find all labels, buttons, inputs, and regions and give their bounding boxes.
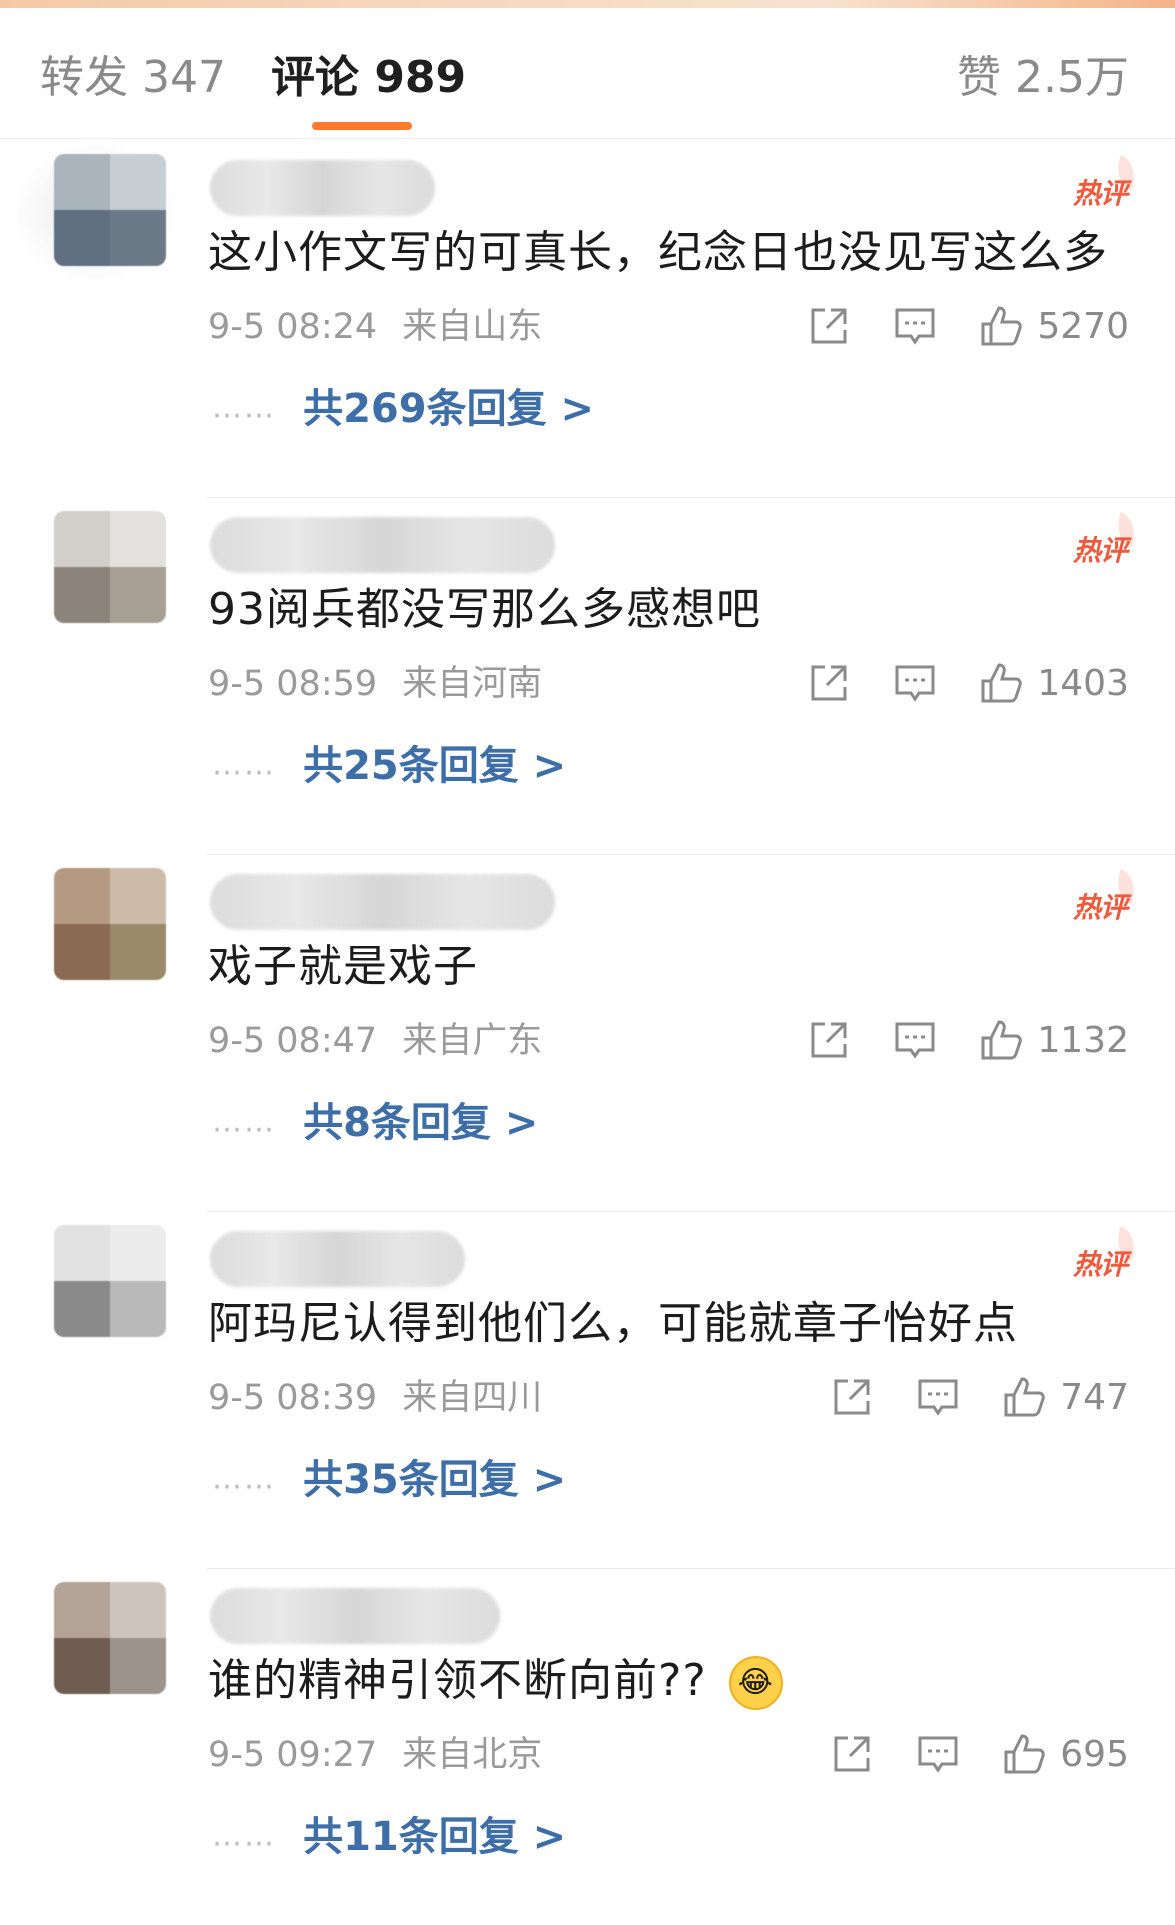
comment-time: 9-5 08:39 bbox=[208, 1378, 378, 1418]
share-icon[interactable] bbox=[830, 1375, 874, 1419]
view-replies-link[interactable]: 共269条回复 > bbox=[303, 386, 594, 432]
share-icon[interactable] bbox=[807, 1018, 851, 1062]
divider bbox=[207, 1211, 1175, 1212]
hot-comment-badge: 热评 bbox=[1073, 886, 1128, 926]
avatar[interactable] bbox=[54, 154, 166, 266]
avatar[interactable] bbox=[54, 868, 166, 980]
comment-text: 阿玛尼认得到他们么，可能就章子怡好点 bbox=[208, 1298, 1018, 1349]
comment-time: 9-5 08:24 bbox=[208, 307, 378, 347]
comment-time: 9-5 08:47 bbox=[208, 1021, 378, 1061]
tab-bar: 转发 347 评论 989 赞 2.5万 bbox=[0, 8, 1175, 139]
like-count: 5270 bbox=[1037, 305, 1129, 347]
comment-item: 热评 阿玛尼认得到他们么，可能就章子怡好点 9-5 08:39 来自四川 747… bbox=[0, 1211, 1175, 1568]
reply-dots: …… bbox=[212, 1818, 276, 1854]
comment-item: 热评 93阅兵都没写那么多感想吧 9-5 08:59 来自河南 1403 …… … bbox=[0, 497, 1175, 854]
hot-comment-badge: 热评 bbox=[1073, 172, 1128, 212]
reply-row: …… 共11条回复 > bbox=[212, 1808, 566, 1865]
tab-active-indicator bbox=[312, 122, 412, 130]
comment-location: 来自河南 bbox=[402, 664, 543, 704]
tab-likes[interactable]: 赞 2.5万 bbox=[957, 48, 1129, 108]
comment-actions: 747 bbox=[788, 1369, 1129, 1425]
like-icon[interactable] bbox=[979, 1018, 1023, 1062]
comment-text: 这小作文写的可真长，纪念日也没见写这么多 bbox=[208, 227, 1108, 278]
share-icon[interactable] bbox=[807, 661, 851, 705]
comment-time: 9-5 08:59 bbox=[208, 664, 378, 704]
username-blurred[interactable] bbox=[210, 1231, 465, 1287]
comment-actions: 1132 bbox=[765, 1012, 1129, 1068]
like-icon[interactable] bbox=[1002, 1732, 1046, 1776]
divider bbox=[207, 1568, 1175, 1569]
like-icon[interactable] bbox=[1002, 1375, 1046, 1419]
tab-repost[interactable]: 转发 347 bbox=[40, 48, 226, 108]
username-blurred[interactable] bbox=[210, 517, 555, 573]
comment-location: 来自四川 bbox=[402, 1378, 543, 1418]
share-icon[interactable] bbox=[807, 304, 851, 348]
comment-meta: 9-5 09:27 来自北京 bbox=[208, 1730, 542, 1780]
comment-actions: 5270 bbox=[765, 298, 1129, 354]
comment-text-row: 谁的精神引领不断向前?? 😂 bbox=[208, 1648, 783, 1714]
comment-item: 热评 戏子就是戏子 9-5 08:47 来自广东 1132 …… 共8条回复 > bbox=[0, 854, 1175, 1211]
reply-dots: …… bbox=[212, 390, 276, 426]
like-count: 695 bbox=[1060, 1733, 1129, 1775]
comment-meta: 9-5 08:47 来自广东 bbox=[208, 1016, 542, 1066]
comment-location: 来自广东 bbox=[402, 1021, 543, 1061]
username-blurred[interactable] bbox=[210, 160, 435, 216]
comment-item: 热评 这小作文写的可真长，纪念日也没见写这么多 9-5 08:24 来自山东 5… bbox=[0, 140, 1175, 497]
like-count: 1132 bbox=[1037, 1019, 1129, 1061]
hot-comment-badge: 热评 bbox=[1073, 529, 1128, 569]
view-replies-link[interactable]: 共11条回复 > bbox=[303, 1814, 566, 1860]
comment-icon[interactable] bbox=[916, 1375, 960, 1419]
reply-row: …… 共35条回复 > bbox=[212, 1451, 566, 1508]
like-count: 1403 bbox=[1037, 662, 1129, 704]
comment-actions: 1403 bbox=[765, 655, 1129, 711]
comment-time: 9-5 09:27 bbox=[208, 1735, 378, 1775]
comment-text: 93阅兵都没写那么多感想吧 bbox=[208, 584, 761, 635]
comment-icon[interactable] bbox=[893, 661, 937, 705]
hot-comment-badge: 热评 bbox=[1073, 1243, 1128, 1283]
like-icon[interactable] bbox=[979, 661, 1023, 705]
share-icon[interactable] bbox=[830, 1732, 874, 1776]
view-replies-link[interactable]: 共8条回复 > bbox=[303, 1100, 538, 1146]
comment-meta: 9-5 08:39 来自四川 bbox=[208, 1373, 542, 1423]
top-strip bbox=[0, 0, 1175, 8]
like-count: 747 bbox=[1060, 1376, 1129, 1418]
view-replies-link[interactable]: 共25条回复 > bbox=[303, 743, 566, 789]
like-icon[interactable] bbox=[979, 304, 1023, 348]
divider bbox=[207, 497, 1175, 498]
comment-item: 谁的精神引领不断向前?? 😂 9-5 09:27 来自北京 695 …… 共11条… bbox=[0, 1568, 1175, 1925]
reply-row: …… 共8条回复 > bbox=[212, 1094, 538, 1151]
reply-dots: …… bbox=[212, 1461, 276, 1497]
comment-text: 谁的精神引领不断向前?? bbox=[208, 1655, 707, 1706]
laughing-crying-emoji-icon: 😂 bbox=[728, 1656, 783, 1710]
reply-row: …… 共269条回复 > bbox=[212, 380, 594, 437]
view-replies-link[interactable]: 共35条回复 > bbox=[303, 1457, 566, 1503]
avatar[interactable] bbox=[54, 1582, 166, 1694]
comment-icon[interactable] bbox=[893, 304, 937, 348]
username-blurred[interactable] bbox=[210, 874, 555, 930]
comment-location: 来自山东 bbox=[402, 307, 543, 347]
reply-row: …… 共25条回复 > bbox=[212, 737, 566, 794]
comment-meta: 9-5 08:59 来自河南 bbox=[208, 659, 542, 709]
comment-actions: 695 bbox=[788, 1726, 1129, 1782]
comment-icon[interactable] bbox=[893, 1018, 937, 1062]
reply-dots: …… bbox=[212, 1104, 276, 1140]
comment-text: 戏子就是戏子 bbox=[208, 941, 478, 992]
comment-icon[interactable] bbox=[916, 1732, 960, 1776]
tab-comments[interactable]: 评论 989 bbox=[271, 48, 466, 108]
comment-meta: 9-5 08:24 来自山东 bbox=[208, 302, 542, 352]
divider bbox=[207, 854, 1175, 855]
avatar[interactable] bbox=[54, 1225, 166, 1337]
reply-dots: …… bbox=[212, 747, 276, 783]
comment-location: 来自北京 bbox=[402, 1735, 543, 1775]
avatar[interactable] bbox=[54, 511, 166, 623]
username-blurred[interactable] bbox=[210, 1588, 500, 1644]
